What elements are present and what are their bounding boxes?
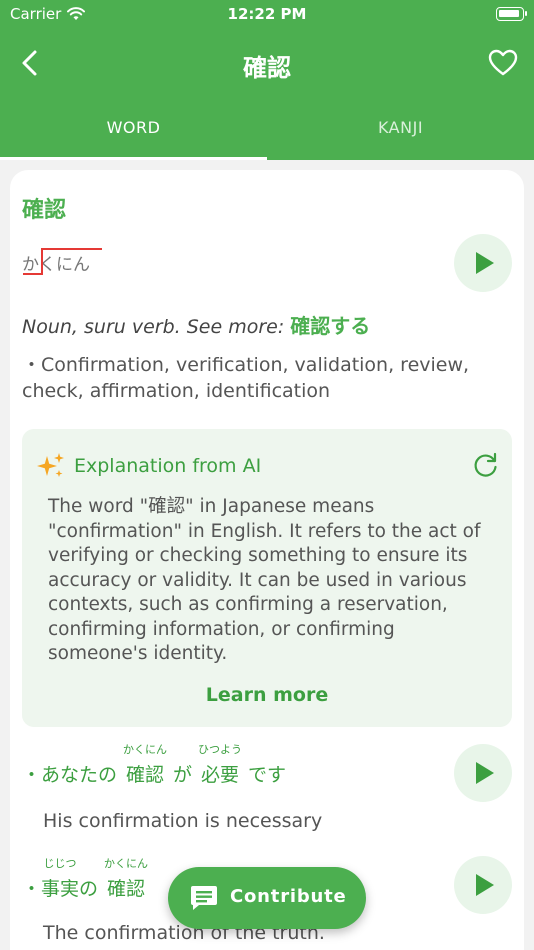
ruby-segment: です <box>248 740 286 787</box>
sentence-text: 確認 <box>107 878 146 900</box>
ruby-segment: ひつよう 必要 <box>198 740 242 787</box>
ai-explanation-box: Explanation from AI The word "確認" in Jap… <box>22 429 512 727</box>
tab-indicator <box>0 157 267 160</box>
page-title: 確認 <box>243 54 291 82</box>
tab-word[interactable]: WORD <box>0 108 267 160</box>
example-translation-1: His confirmation is necessary <box>43 810 323 832</box>
sentence-text: 必要 <box>201 764 240 786</box>
heart-icon[interactable] <box>488 48 518 78</box>
ai-explanation-text: The word "確認" in Japanese means "confirm… <box>48 496 481 664</box>
header: Carrier 12:22 PM 確認 WORD KANJI <box>0 0 534 160</box>
word-title: 確認 <box>22 198 67 223</box>
part-of-speech-text: Noun, suru verb. See more: <box>22 316 291 338</box>
pitch-accent-mark <box>23 248 102 275</box>
sentence-text: です <box>248 764 287 786</box>
status-bar: Carrier 12:22 PM <box>0 0 534 30</box>
ruby-segment: かくにん 確認 <box>123 740 167 787</box>
ai-header: Explanation from AI <box>36 451 261 481</box>
learn-more-link[interactable]: Learn more <box>22 684 512 706</box>
see-more-link[interactable]: 確認する <box>290 314 370 338</box>
sentence-text: が <box>173 764 193 786</box>
ruby-segment: が <box>173 740 192 787</box>
sparkles-icon <box>37 453 64 477</box>
furigana: かくにん <box>123 743 168 756</box>
tab-bar: WORD KANJI <box>0 108 534 160</box>
ruby-segment: かくにん 確認 <box>104 854 148 901</box>
sentence-text: ・あなたの <box>22 764 118 786</box>
furigana: じじつ <box>43 857 77 870</box>
refresh-icon[interactable] <box>472 451 500 479</box>
ruby-segment: じじつ ・事実の <box>22 854 98 901</box>
contribute-button[interactable]: Contribute <box>168 867 366 929</box>
battery-icon <box>496 7 527 21</box>
tab-kanji[interactable]: KANJI <box>267 108 534 160</box>
contribute-label: Contribute <box>230 886 347 907</box>
part-of-speech: Noun, suru verb. See more: 確認する <box>22 310 370 339</box>
play-example-button[interactable] <box>454 744 512 802</box>
nav-bar: 確認 <box>0 38 534 88</box>
comment-icon <box>191 886 217 910</box>
sentence-text: 確認 <box>126 764 165 786</box>
furigana: ひつよう <box>198 743 243 756</box>
example-sentence-2: じじつ・事実の かくにん確認 <box>22 854 154 901</box>
sentence-text: ・事実の <box>22 878 99 900</box>
meanings: ・Confirmation, verification, validation,… <box>22 354 470 402</box>
status-time: 12:22 PM <box>227 5 307 23</box>
play-reading-button[interactable] <box>454 234 512 292</box>
ai-title: Explanation from AI <box>74 455 262 477</box>
furigana: かくにん <box>104 857 149 870</box>
play-example-button[interactable] <box>454 856 512 914</box>
word-card: 確認 かくにん Noun, suru verb. See more: 確認する … <box>10 170 524 950</box>
ruby-segment: ・あなたの <box>22 740 117 787</box>
example-sentence-1: ・あなたの かくにん確認 が ひつよう必要 です <box>22 740 292 787</box>
